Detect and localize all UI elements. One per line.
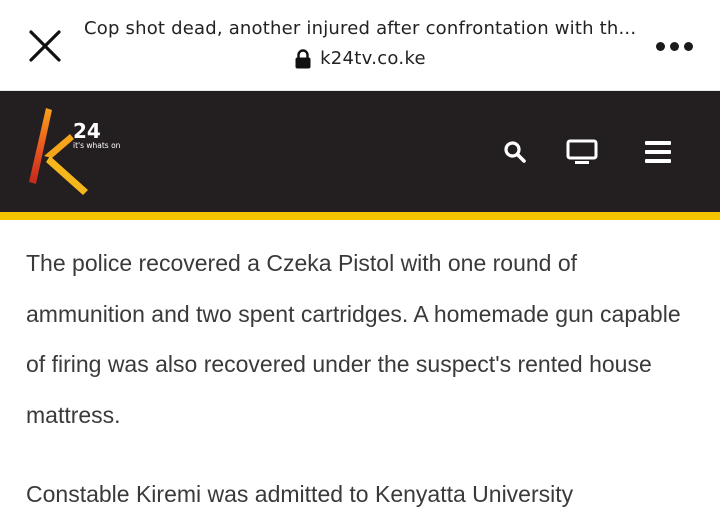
logo-tagline: it's whats on [73,141,121,150]
more-options-button[interactable] [650,30,698,62]
more-horizontal-icon [655,41,665,51]
more-dot [669,41,679,51]
menu-button[interactable] [642,134,674,170]
k24-logo[interactable]: 24 [24,104,124,198]
article-paragraph: The police recovered a Czeka Pistol with… [26,250,681,428]
logo-text: 24 [73,119,101,143]
lock-icon [295,48,311,68]
search-icon [504,141,526,163]
page-title-block: Cop shot dead, another injured after con… [84,18,636,69]
article-body: The police recovered a Czeka Pistol with… [26,238,696,520]
header-accent-stripe [0,212,720,220]
url-text: k24tv.co.ke [320,48,426,69]
more-dot [683,41,693,51]
browser-top-bar: Cop shot dead, another injured after con… [0,0,720,91]
close-button[interactable] [22,25,68,67]
tv-icon [566,139,598,164]
search-button[interactable] [500,134,530,170]
page-title: Cop shot dead, another injured after con… [84,18,636,39]
url-row[interactable]: k24tv.co.ke [84,48,636,69]
menu-icon [645,141,671,163]
tv-button[interactable] [564,134,600,170]
close-icon [29,30,61,62]
article-paragraph: Constable Kiremi was admitted to Kenyatt… [26,481,574,507]
